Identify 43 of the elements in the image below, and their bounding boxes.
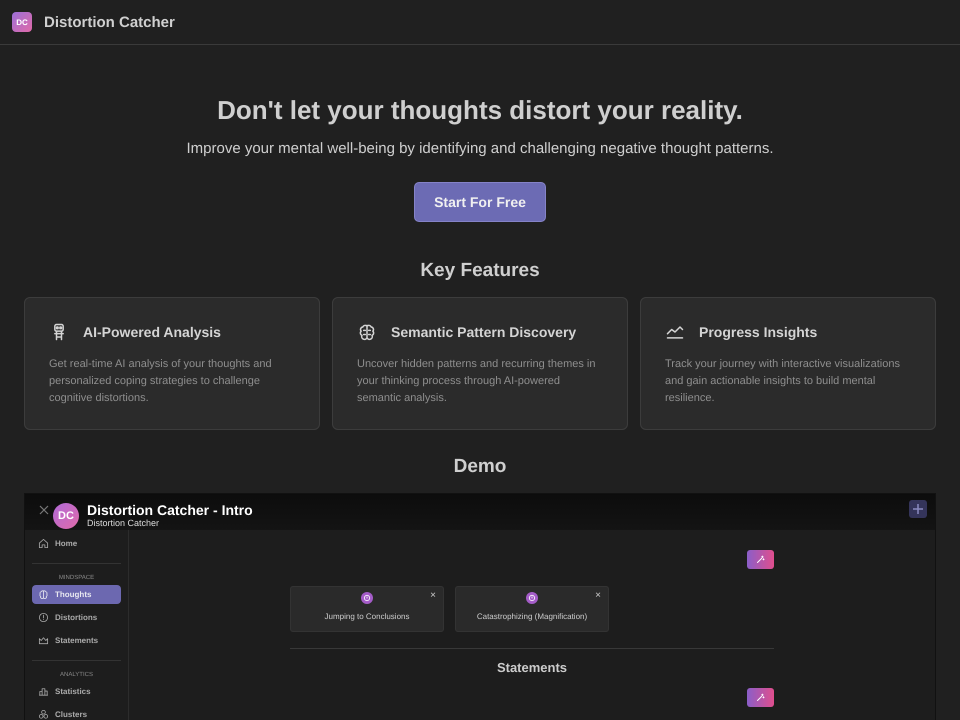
feature-title: Semantic Pattern Discovery: [391, 324, 576, 340]
feature-description: Uncover hidden patterns and recurring themes in your thinking process through AI-powered semantic analysis.: [357, 357, 596, 406]
feature-description: Get real-time AI analysis of your thoughts and personalized coping strategies to challenge cognitive distortions.: [49, 357, 273, 406]
clusters-icon: [38, 709, 49, 720]
sidebar-item[interactable]: Statistics: [32, 682, 121, 701]
close-icon[interactable]: [39, 505, 49, 515]
sidebar-item[interactable]: Home: [32, 534, 121, 553]
channel-name: Distortion Catcher: [87, 518, 160, 528]
section-title: Demo: [452, 456, 508, 478]
close-button[interactable]: ×: [595, 590, 601, 601]
distortion-label: Catastrophizing (Magnification): [476, 612, 588, 621]
distortion-label: Jumping to Conclusions: [324, 612, 410, 621]
sidebar-item[interactable]: Distortions: [32, 608, 121, 627]
hero-title: Don't let your thoughts distort your reality.: [217, 95, 743, 126]
sidebar-item[interactable]: Statements: [32, 631, 121, 650]
alert-icon: [361, 592, 373, 604]
brain-icon: [38, 589, 49, 600]
magic-wand-icon: [756, 555, 765, 564]
magic-button[interactable]: [747, 550, 774, 569]
home-icon: [38, 538, 49, 549]
brain-icon: [357, 322, 377, 342]
app-title: Distortion Catcher: [44, 14, 175, 30]
close-button[interactable]: ×: [430, 590, 436, 601]
section-title: Statements: [496, 660, 568, 675]
crown-icon: [38, 635, 49, 646]
hero-subtitle: Improve your mental well-being by identifying and challenging negative thought patterns.: [186, 140, 774, 157]
plus-icon: [912, 503, 924, 515]
channel-avatar: DC: [53, 503, 79, 529]
magic-button[interactable]: [747, 688, 774, 707]
app-logo: DC: [12, 12, 32, 32]
feature-title: AI-Powered Analysis: [83, 324, 221, 340]
sidebar-item[interactable]: Clusters: [32, 705, 121, 720]
start-button[interactable]: Start For Free: [414, 182, 546, 222]
sidebar-item[interactable]: Thoughts: [32, 585, 121, 604]
magic-wand-icon: [756, 693, 765, 702]
bar-chart-icon: [38, 686, 49, 697]
alert-icon: [526, 592, 538, 604]
video-title: Distortion Catcher - Intro: [87, 502, 253, 518]
feature-title: Progress Insights: [699, 324, 818, 340]
feature-description: Track your journey with interactive visualizations and gain actionable insights to build mental resilience.: [665, 357, 901, 406]
section-title: Key Features: [419, 260, 541, 282]
alert-circle-icon: [38, 612, 49, 623]
add-button[interactable]: [909, 500, 927, 518]
